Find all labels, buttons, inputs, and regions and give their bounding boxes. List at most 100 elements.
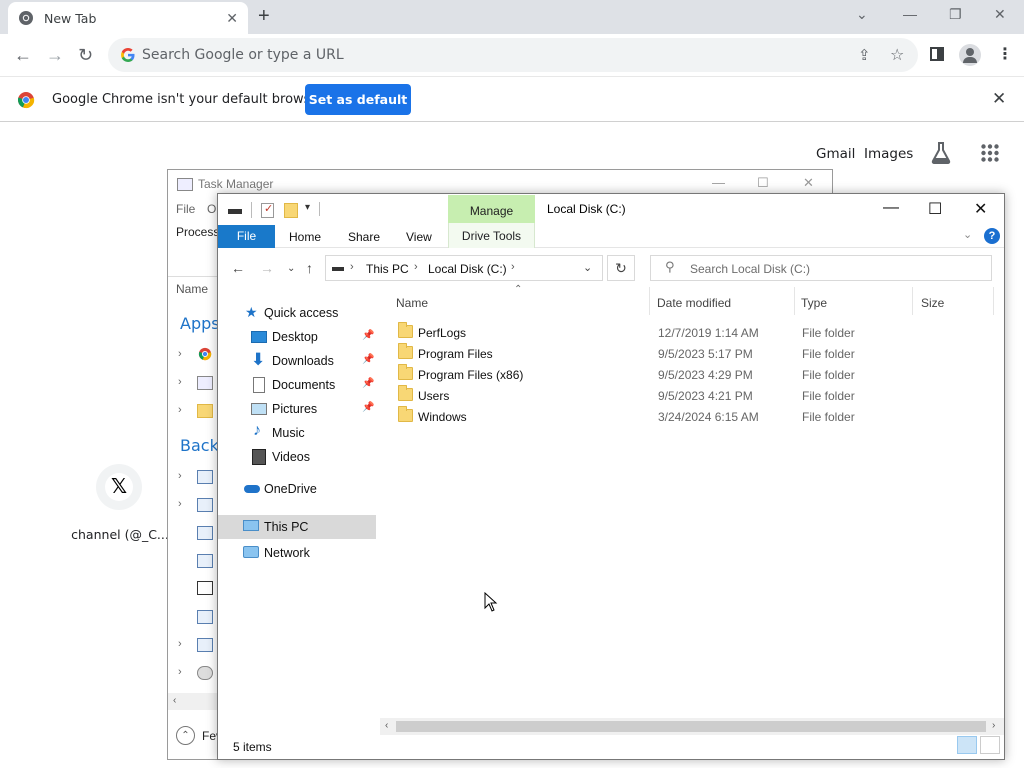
share-icon[interactable]: ⇪ <box>858 46 871 64</box>
chevron-up-icon[interactable]: ⌃ <box>176 726 195 745</box>
chrome-menu-icon[interactable]: ⋮ <box>997 44 1013 64</box>
tm-horizontal-scrollbar[interactable]: ‹ <box>168 693 220 710</box>
breadcrumb-local-disk[interactable]: Local Disk (C:) <box>428 262 507 276</box>
close-window-icon[interactable]: ✕ <box>994 6 1006 23</box>
expand-chevron-icon[interactable]: › <box>178 376 182 388</box>
help-icon[interactable]: ? <box>984 228 1000 244</box>
expand-chevron-icon[interactable]: › <box>178 498 182 510</box>
new-tab-button[interactable]: + <box>258 5 270 28</box>
nav-pictures[interactable]: Pictures 📌 <box>218 397 376 421</box>
ribbon-expand-icon[interactable]: ⌄ <box>963 228 972 241</box>
tab-strip: New Tab ✕ + ⌄ — ❐ ✕ <box>0 0 1024 34</box>
column-divider[interactable] <box>794 287 795 315</box>
up-arrow-icon[interactable]: ↑ <box>306 260 313 276</box>
expand-chevron-icon[interactable]: › <box>178 470 182 482</box>
address-bar[interactable]: › This PC › Local Disk (C:) › ⌄ <box>325 255 603 281</box>
tm-menu-file[interactable]: File <box>176 202 195 216</box>
column-divider[interactable] <box>912 287 913 315</box>
ex-close-icon[interactable]: ✕ <box>974 199 987 219</box>
recent-locations-icon[interactable]: ⌄ <box>287 263 295 274</box>
refresh-button[interactable]: ↻ <box>607 255 635 281</box>
search-box[interactable]: ⚲ Search Local Disk (C:) <box>650 255 992 281</box>
ribbon-tab-view[interactable]: View <box>406 230 432 244</box>
qa-dropdown-icon[interactable]: ▾ <box>305 202 310 213</box>
tm-maximize-icon[interactable]: ☐ <box>757 175 769 191</box>
file-explorer-window[interactable]: ✓ ▾ Manage Local Disk (C:) — ☐ ✕ File Ho… <box>217 193 1005 760</box>
expand-chevron-icon[interactable]: › <box>178 348 182 360</box>
infobar-close-icon[interactable]: ✕ <box>992 89 1006 109</box>
minimize-icon[interactable]: — <box>903 6 917 22</box>
restore-icon[interactable]: ❐ <box>949 6 962 23</box>
properties-check-icon[interactable]: ✓ <box>261 203 274 218</box>
gmail-link[interactable]: Gmail <box>816 146 855 162</box>
ex-maximize-icon[interactable]: ☐ <box>928 199 942 219</box>
details-view-icon[interactable] <box>957 736 977 754</box>
side-panel-icon[interactable] <box>930 47 944 61</box>
horizontal-scrollbar[interactable]: ‹ › <box>380 718 1004 735</box>
folder-icon <box>398 364 413 380</box>
pin-icon[interactable]: 📌 <box>362 330 374 341</box>
expand-chevron-icon[interactable]: › <box>178 404 182 416</box>
tab-search-icon[interactable]: ⌄ <box>856 6 868 23</box>
address-dropdown-icon[interactable]: ⌄ <box>583 261 592 274</box>
ribbon-tab-home[interactable]: Home <box>289 230 321 244</box>
expand-chevron-icon[interactable]: › <box>178 666 182 678</box>
large-icons-view-icon[interactable] <box>980 736 1000 754</box>
column-divider[interactable] <box>649 287 650 315</box>
back-icon[interactable]: ← <box>14 45 32 66</box>
column-header-name[interactable]: Name <box>396 296 428 310</box>
column-divider[interactable] <box>993 287 994 315</box>
ribbon-tab-share[interactable]: Share <box>348 230 380 244</box>
nav-this-pc[interactable]: This PC <box>218 515 376 539</box>
pin-icon[interactable]: 📌 <box>362 402 374 413</box>
nav-quick-access[interactable]: ★ Quick access <box>218 301 376 325</box>
table-row[interactable]: Windows 3/24/2024 6:15 AM File folder <box>394 406 994 427</box>
tm-close-icon[interactable]: ✕ <box>803 175 814 191</box>
nav-onedrive[interactable]: OneDrive <box>218 477 376 501</box>
tab-new-tab[interactable]: New Tab ✕ <box>8 2 248 34</box>
scroll-right-icon[interactable]: › <box>992 720 995 731</box>
back-arrow-icon[interactable]: ← <box>231 260 245 276</box>
bookmark-star-icon[interactable]: ☆ <box>890 45 904 65</box>
nav-downloads[interactable]: ⬇ Downloads 📌 <box>218 349 376 373</box>
new-folder-icon[interactable] <box>284 203 298 218</box>
nav-network[interactable]: Network <box>218 541 376 565</box>
manage-contextual-tab[interactable]: Manage <box>448 195 535 223</box>
search-icon: ⚲ <box>665 259 675 274</box>
apps-grid-icon[interactable] <box>981 144 999 162</box>
labs-flask-icon[interactable] <box>930 141 952 165</box>
ex-minimize-icon[interactable]: — <box>883 199 899 217</box>
profile-avatar[interactable] <box>959 44 981 66</box>
nav-documents[interactable]: Documents 📌 <box>218 373 376 397</box>
nav-label: Desktop <box>272 330 318 344</box>
column-header-size[interactable]: Size <box>921 296 944 310</box>
ribbon-tab-file[interactable]: File <box>218 225 275 248</box>
ribbon-tab-drive-tools[interactable]: Drive Tools <box>448 223 535 248</box>
table-row[interactable]: PerfLogs 12/7/2019 1:14 AM File folder <box>394 322 994 343</box>
set-as-default-button[interactable]: Set as default <box>305 84 411 115</box>
tab-close-icon[interactable]: ✕ <box>226 10 238 27</box>
table-row[interactable]: Program Files (x86) 9/5/2023 4:29 PM Fil… <box>394 364 994 385</box>
nav-videos[interactable]: Videos <box>218 445 376 469</box>
tm-minimize-icon[interactable]: — <box>712 175 725 190</box>
table-row[interactable]: Program Files 9/5/2023 5:17 PM File fold… <box>394 343 994 364</box>
images-link[interactable]: Images <box>864 146 913 162</box>
reload-icon[interactable]: ↻ <box>78 45 93 66</box>
shortcut-x-tile[interactable]: 𝕏 <box>96 464 142 510</box>
column-header-date[interactable]: Date modified <box>657 296 731 310</box>
tm-name-column[interactable]: Name <box>176 282 208 296</box>
expand-chevron-icon[interactable]: › <box>178 638 182 650</box>
forward-icon[interactable]: → <box>46 45 64 66</box>
file-type: File folder <box>802 326 855 340</box>
scrollbar-thumb[interactable] <box>396 721 986 732</box>
pin-icon[interactable]: 📌 <box>362 378 374 389</box>
breadcrumb-this-pc[interactable]: This PC <box>366 262 409 276</box>
nav-desktop[interactable]: Desktop 📌 <box>218 325 376 349</box>
forward-arrow-icon[interactable]: → <box>260 260 274 276</box>
pin-icon[interactable]: 📌 <box>362 354 374 365</box>
nav-music[interactable]: ♪ Music <box>218 421 376 445</box>
omnibox[interactable]: Search Google or type a URL ⇪ ☆ <box>108 38 918 72</box>
scroll-left-icon[interactable]: ‹ <box>385 720 388 731</box>
column-header-type[interactable]: Type <box>801 296 827 310</box>
table-row[interactable]: Users 9/5/2023 4:21 PM File folder <box>394 385 994 406</box>
